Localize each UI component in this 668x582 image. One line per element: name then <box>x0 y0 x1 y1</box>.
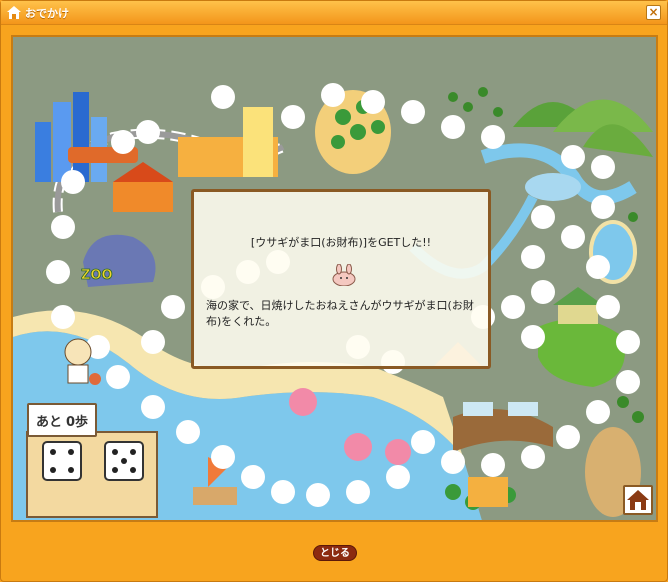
lake <box>525 173 581 201</box>
dialog-message: 海の家で、日焼けしたおねえさんがウサギがま口(お財布)をくれた。 <box>206 299 474 328</box>
steps-value: 0歩 <box>65 414 89 430</box>
board-home-button[interactable] <box>623 485 653 515</box>
zoo-sign: ZOO <box>81 268 113 283</box>
farm-field <box>538 319 625 387</box>
close-button[interactable]: とじる <box>313 545 357 561</box>
window-title: おでかけ <box>25 6 69 20</box>
beach-umbrella <box>289 388 317 416</box>
home-icon <box>7 6 21 19</box>
steps-label: あと <box>35 414 62 430</box>
die-five <box>104 441 144 481</box>
footer-bar: とじる <box>1 525 667 581</box>
die-four <box>42 441 82 481</box>
rabbit-purse-icon <box>332 264 356 286</box>
title-bar: おでかけ × <box>1 1 667 25</box>
house-icon <box>627 490 649 510</box>
item-get-dialog: [ウサギがま口(お財布)]をGETした!! 海の家で、日焼けしたおねえさんがウサ… <box>191 189 491 369</box>
dialog-heading: [ウサギがま口(お財布)]をGETした!! <box>250 236 432 249</box>
raft <box>193 487 237 505</box>
window-close-button[interactable]: × <box>646 5 661 20</box>
game-window: おでかけ × ZOO あと 0歩 [ウサギがま口(お財布)]をGETした!! 海… <box>0 0 668 582</box>
steps-remaining: あと 0歩 <box>27 403 97 437</box>
